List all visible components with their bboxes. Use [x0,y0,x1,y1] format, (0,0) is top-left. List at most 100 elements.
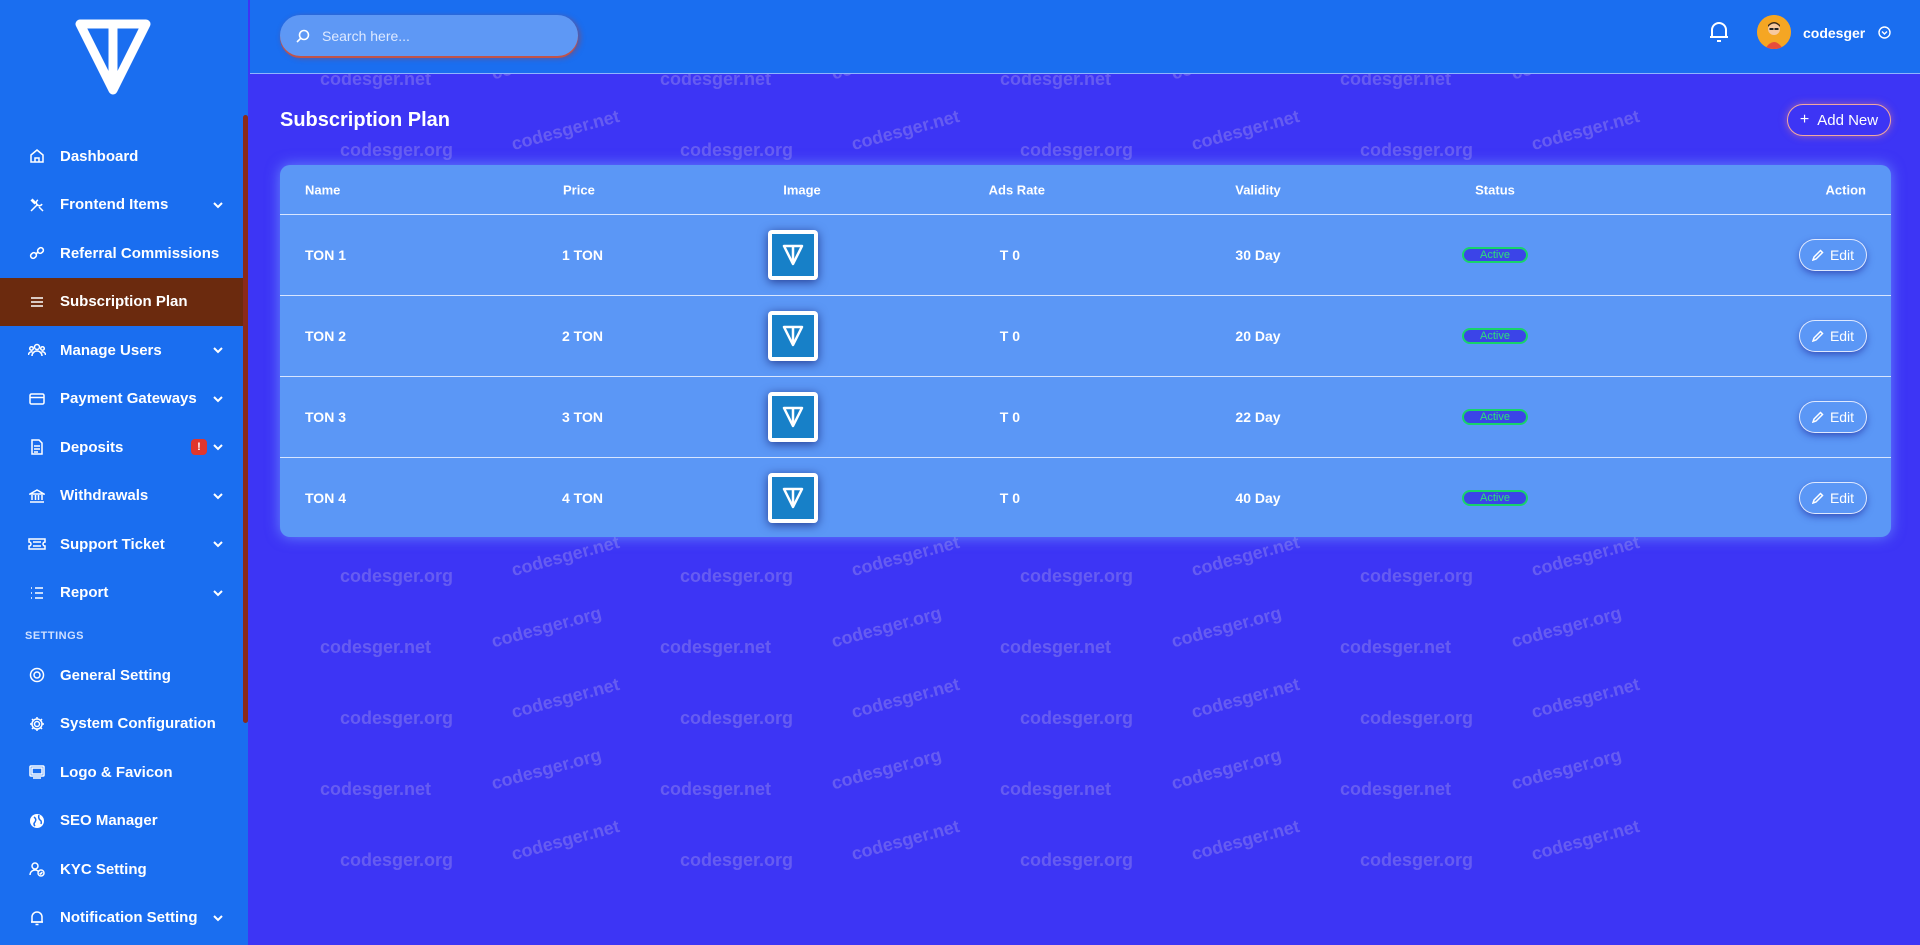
plan-ads-rate: T 0 [999,328,1020,344]
edit-button[interactable]: Edit [1800,321,1866,351]
watermark-text: codesger.net [660,637,772,657]
plus-icon: + [1799,111,1810,128]
watermark-text: codesger.org [1169,74,1284,84]
sidebar-item-label: Subscription Plan [60,293,188,311]
watermark-text: codesger.org [489,74,604,84]
top-header: codesger [250,0,1920,74]
ton-logo-icon [782,406,804,428]
watermark-text: codesger.org [1169,744,1284,794]
watermark-text: codesger.net [849,673,962,723]
sidebar-item-general-setting[interactable]: General Setting [0,651,243,700]
watermark-text: codesger.org [1509,74,1624,84]
sidebar-item-withdrawals[interactable]: Withdrawals [0,472,243,521]
watermark-text: codesger.org [340,850,454,870]
plan-image [768,392,818,442]
sidebar-item-payment-gateways[interactable]: Payment Gateways [0,375,243,424]
sidebar-item-system-configuration[interactable]: System Configuration [0,700,243,749]
watermark-text: codesger.org [340,566,454,586]
plan-image [768,311,818,361]
gear-icon [28,715,46,733]
plan-image [768,230,818,280]
column-header-ads-rate: Ads Rate [988,182,1045,197]
plan-ads-rate: T 0 [999,490,1020,506]
chevron-down-icon [213,202,223,209]
avatar[interactable] [1757,15,1791,49]
search-input[interactable] [320,26,564,45]
plan-ads-rate: T 0 [999,247,1020,263]
sidebar-item-seo-manager[interactable]: SEO Manager [0,797,243,846]
main-content: codesger.net codesger.org codesger.net code… [250,74,1920,945]
chevron-down-circle-icon[interactable] [1878,26,1891,39]
ton-logo-icon [782,325,804,347]
sidebar-item-dashboard[interactable]: Dashboard [0,132,243,181]
table-row: TON 2 2 TON T 0 20 Day Active Edit [280,296,1891,377]
watermark-text: codesger.org [1020,708,1134,728]
watermark-text: codesger.org [1509,744,1624,794]
sidebar-item-support-ticket[interactable]: Support Ticket [0,520,243,569]
plan-validity: 20 Day [1235,328,1281,344]
watermark-text: codesger.org [489,744,604,794]
plan-price: 3 TON [562,409,603,425]
ton-logo-icon [782,487,804,509]
watermark-text: codesger.net [509,531,622,581]
sidebar-item-referral-commissions[interactable]: Referral Commissions [0,229,243,278]
edit-button[interactable]: Edit [1800,240,1866,270]
sidebar-item-notification-setting[interactable]: Notification Setting [0,894,243,943]
watermark-text: codesger.org [680,708,794,728]
notification-bell-icon[interactable] [1708,20,1730,44]
column-header-validity: Validity [1235,182,1281,197]
deposits-alert-badge: ! [191,439,207,456]
watermark-text: codesger.org [1360,566,1474,586]
search-box[interactable] [280,15,578,56]
watermark-text: codesger.net [1340,74,1452,89]
ticket-icon [28,535,46,553]
watermark-text: codesger.org [489,602,604,652]
sidebar-item-report[interactable]: Report [0,569,243,618]
chevron-down-icon [213,444,223,451]
table-header: Name Price Image Ads Rate Validity Statu… [280,165,1891,215]
sidebar-item-label: Manage Users [60,341,162,359]
add-new-button[interactable]: + Add New [1787,104,1891,136]
chevron-down-icon [213,347,223,354]
sidebar-item-label: Support Ticket [60,535,165,553]
ton-logo[interactable] [72,18,154,98]
sidebar-item-label: Logo & Favicon [60,763,173,781]
username[interactable]: codesger [1803,25,1865,41]
watermark-text: codesger.net [320,779,432,799]
table-row: TON 4 4 TON T 0 40 Day Active Edit [280,458,1891,537]
bank-icon [28,487,46,505]
sidebar-item-deposits[interactable]: Deposits ! [0,423,243,472]
sidebar-item-label: Deposits [60,438,124,456]
status-badge: Active [1462,247,1528,263]
sidebar-item-kyc-setting[interactable]: KYC Setting [0,845,243,894]
image-icon [28,763,46,781]
watermark-text: codesger.net [849,105,962,155]
sidebar-item-manage-users[interactable]: Manage Users [0,326,243,375]
sidebar-item-subscription-plan[interactable]: Subscription Plan [0,277,243,326]
column-header-image: Image [783,182,821,197]
ton-logo-icon [782,244,804,266]
watermark-text: codesger.org [1360,850,1474,870]
sidebar-item-frontend-items[interactable]: Frontend Items [0,181,243,230]
sidebar-item-label: Report [60,584,109,602]
watermark-text: codesger.org [680,140,794,160]
edit-button[interactable]: Edit [1800,483,1866,513]
watermark-text: codesger.org [680,850,794,870]
credit-card-icon [28,390,46,408]
sidebar-scrollbar[interactable] [243,115,248,723]
sidebar-item-logo-favicon[interactable]: Logo & Favicon [0,748,243,797]
target-icon [28,666,46,684]
edit-label: Edit [1829,247,1855,263]
watermark-text: codesger.net [849,815,962,865]
chevron-down-icon [213,541,223,548]
watermark-text: codesger.org [1020,566,1134,586]
edit-button[interactable]: Edit [1800,402,1866,432]
sidebar-item-label: Notification Setting [60,909,198,927]
watermark-text: codesger.net [1529,531,1642,581]
watermark-text: codesger.net [1000,74,1112,89]
sidebar-item-label: Payment Gateways [60,390,197,408]
watermark-text: codesger.org [340,708,454,728]
status-badge: Active [1462,328,1528,344]
settings-section-title: SETTINGS [25,630,85,642]
watermark-text: codesger.net [509,815,622,865]
